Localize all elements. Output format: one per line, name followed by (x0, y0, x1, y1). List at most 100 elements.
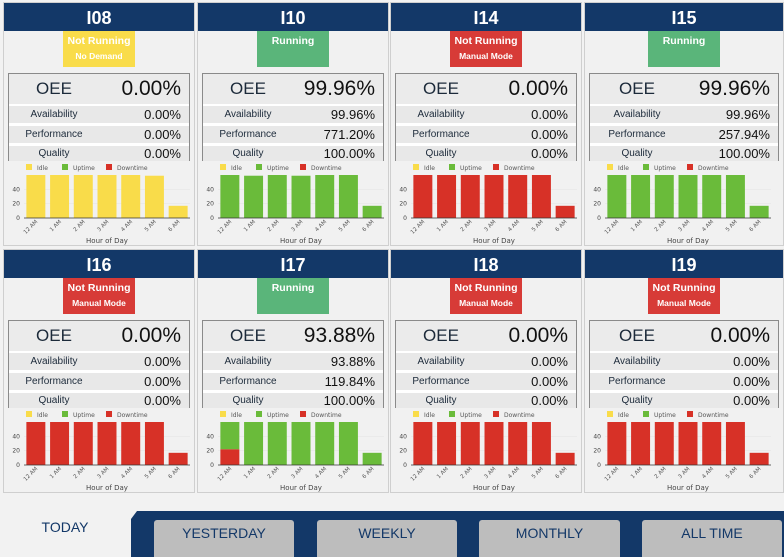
x-tick-label: 1 AM (243, 466, 257, 480)
x-tick-label: 12 AM (410, 219, 427, 236)
x-tick-label: 3 AM (677, 219, 691, 233)
legend-swatch-idle (220, 164, 226, 170)
quality-value: 100.00% (718, 146, 770, 161)
bar-downtime (97, 422, 117, 465)
performance-label: Performance (219, 129, 277, 140)
legend-label-uptime: Uptime (654, 165, 676, 172)
x-tick-label: 1 AM (630, 466, 644, 480)
bar-uptime (291, 175, 311, 218)
x-axis-title: Hour of Day (280, 484, 322, 492)
bar-downtime (413, 422, 433, 465)
x-tick-label: 2 AM (460, 219, 474, 233)
bar-downtime (555, 452, 575, 465)
x-tick-label: 5 AM (338, 466, 352, 480)
oee-row: OEE 99.96% (590, 74, 778, 104)
x-tick-label: 12 AM (604, 219, 621, 236)
quality-value: 0.00% (144, 393, 181, 408)
legend-swatch-uptime (62, 411, 68, 417)
metrics-table: OEE 0.00% Availability 0.00% Performance… (395, 320, 577, 408)
quality-row: Quality 0.00% (396, 146, 576, 161)
quality-row: Quality 100.00% (203, 393, 383, 408)
machine-name: I18 (391, 250, 581, 278)
performance-row: Performance 0.00% (590, 373, 778, 390)
performance-label: Performance (608, 376, 666, 387)
bar-uptime (749, 205, 769, 218)
bar-downtime (144, 422, 164, 465)
x-tick-label: 2 AM (267, 466, 281, 480)
status-text: Not Running (454, 35, 518, 47)
bar-downtime (631, 422, 651, 465)
availability-value: 0.00% (144, 354, 181, 369)
quality-row: Quality 0.00% (9, 393, 189, 408)
availability-value: 99.96% (330, 107, 375, 122)
availability-label: Availability (613, 356, 661, 367)
tab-all-time[interactable]: ALL TIME (642, 520, 782, 557)
machine-name: I17 (198, 250, 388, 278)
bar-uptime (315, 422, 335, 465)
bar-idle (144, 175, 164, 218)
x-tick-label: 4 AM (120, 466, 134, 480)
quality-label: Quality (38, 395, 70, 406)
oee-label: OEE (423, 79, 459, 98)
performance-value: 0.00% (144, 374, 181, 389)
status-badge: Not Running Manual Mode (648, 278, 720, 314)
availability-label: Availability (30, 356, 78, 367)
tab-monthly[interactable]: MONTHLY (479, 520, 620, 557)
machine-card: I16 Not Running Manual Mode OEE 0.00% Av… (3, 249, 195, 493)
performance-label: Performance (608, 129, 666, 140)
legend-swatch-idle (26, 411, 32, 417)
machine-name: I15 (585, 3, 783, 31)
legend-label-uptime: Uptime (267, 412, 289, 419)
performance-label: Performance (219, 376, 277, 387)
x-tick-label: 3 AM (677, 466, 691, 480)
metrics-table: OEE 93.88% Availability 93.88% Performan… (202, 320, 384, 408)
availability-label: Availability (417, 109, 465, 120)
y-tick-label: 20 (12, 448, 20, 455)
x-tick-label: 5 AM (338, 219, 352, 233)
tab-weekly[interactable]: WEEKLY (317, 520, 457, 557)
x-tick-label: 6 AM (362, 466, 376, 480)
bar-downtime (460, 422, 480, 465)
x-tick-label: 4 AM (701, 219, 715, 233)
x-tick-label: 1 AM (49, 219, 63, 233)
x-tick-label: 3 AM (290, 466, 304, 480)
machine-card: I14 Not Running Manual Mode OEE 0.00% Av… (390, 2, 582, 246)
x-tick-label: 5 AM (725, 219, 739, 233)
tab-yesterday[interactable]: YESTERDAY (154, 520, 294, 557)
metrics-table: OEE 99.96% Availability 99.96% Performan… (202, 73, 384, 161)
x-tick-label: 12 AM (217, 466, 234, 483)
status-subtext: Manual Mode (459, 298, 513, 308)
quality-value: 100.00% (323, 146, 375, 161)
bar-uptime (725, 175, 745, 218)
bar-uptime (631, 175, 651, 218)
tab-today[interactable]: TODAY (0, 507, 130, 547)
status-text: Not Running (454, 282, 518, 294)
availability-row: Availability 99.96% (203, 106, 383, 123)
x-tick-label: 6 AM (749, 466, 763, 480)
machine-card: I18 Not Running Manual Mode OEE 0.00% Av… (390, 249, 582, 493)
hourly-bar-chart: Idle Uptime Downtime 0 20 40 12 AM 1 AM 2 AM 3 AM… (12, 164, 190, 245)
legend-label-uptime: Uptime (73, 412, 95, 419)
quality-label: Quality (425, 148, 457, 159)
x-tick-label: 5 AM (725, 466, 739, 480)
status-subtext: Manual Mode (459, 51, 513, 61)
performance-row: Performance 0.00% (9, 126, 189, 143)
legend-swatch-downtime (493, 411, 499, 417)
y-tick-label: 40 (399, 186, 407, 193)
bar-downtime (484, 175, 504, 218)
legend-swatch-downtime (493, 164, 499, 170)
bar-uptime (338, 422, 358, 465)
performance-row: Performance 119.84% (203, 373, 383, 390)
y-tick-label: 40 (593, 186, 601, 193)
oee-value: 0.00% (508, 324, 568, 347)
legend-label-uptime: Uptime (73, 165, 95, 172)
status-subtext: Manual Mode (657, 298, 711, 308)
legend-swatch-idle (413, 164, 419, 170)
availability-value: 0.00% (531, 107, 568, 122)
quality-row: Quality 100.00% (203, 146, 383, 161)
x-axis-title: Hour of Day (667, 237, 709, 245)
machine-card: I15 Running OEE 99.96% Availability 99.9… (584, 2, 784, 246)
x-tick-label: 5 AM (531, 219, 545, 233)
availability-label: Availability (417, 356, 465, 367)
legend-swatch-idle (607, 164, 613, 170)
